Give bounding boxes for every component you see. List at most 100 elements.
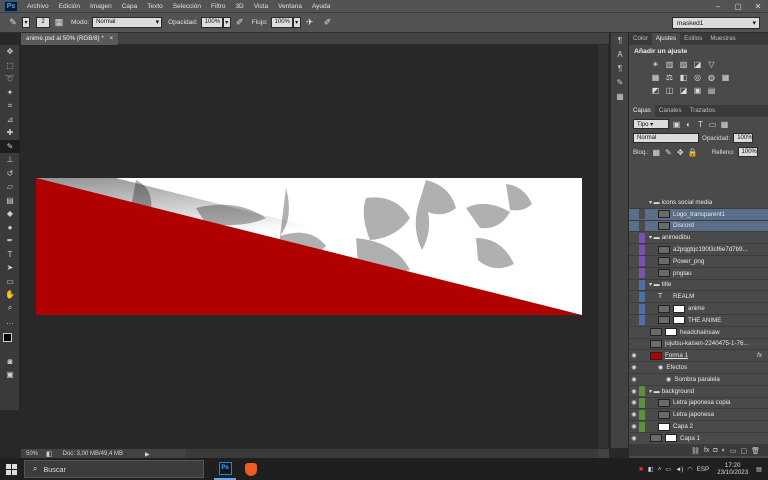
layer-mask-thumbnail[interactable]: [665, 328, 677, 337]
menu-item[interactable]: Edición: [54, 3, 85, 10]
link-layers-icon[interactable]: ⛓: [691, 447, 700, 455]
lock-pixels-icon[interactable]: ✎: [664, 148, 673, 157]
visibility-eye-icon[interactable]: [629, 256, 639, 266]
brightness-icon[interactable]: ☀: [651, 60, 660, 69]
layer-row[interactable]: ◉ Capa 2: [629, 421, 768, 433]
eraser-tool-icon[interactable]: ▱: [0, 180, 20, 194]
photoshop-taskbar-icon[interactable]: Ps: [214, 458, 236, 480]
layers-tab[interactable]: Trazados: [686, 105, 720, 117]
folder-icon[interactable]: ▾ ▬: [649, 388, 660, 395]
history-brush-tool-icon[interactable]: ↺: [0, 167, 20, 181]
workspace-dropdown[interactable]: masked1: [672, 17, 760, 29]
layer-row[interactable]: T REALM: [629, 291, 768, 304]
pen-tool-icon[interactable]: ✒: [0, 234, 20, 248]
color-balance-icon[interactable]: ⚖: [665, 73, 674, 82]
layer-opacity-field[interactable]: 100%: [733, 133, 754, 143]
hue-saturation-icon[interactable]: ▦: [651, 73, 660, 82]
menu-item[interactable]: Imagen: [85, 3, 117, 10]
effect-eye-icon[interactable]: ◉: [658, 364, 663, 371]
layer-style-icon[interactable]: fx: [704, 447, 709, 454]
app-tray-icon[interactable]: ✖: [639, 466, 644, 473]
visibility-eye-icon[interactable]: [629, 245, 639, 255]
delete-layer-icon[interactable]: 🗑: [751, 447, 760, 455]
lock-position-icon[interactable]: ✥: [676, 148, 685, 157]
history-panel-icon[interactable]: ▦: [611, 89, 629, 103]
layer-row[interactable]: ▾ ▬ animedibu: [629, 232, 768, 245]
layer-mask-thumbnail[interactable]: [673, 304, 685, 313]
more-tools-icon[interactable]: …: [0, 315, 20, 329]
visibility-eye-icon[interactable]: [629, 197, 639, 207]
layers-tab[interactable]: Canales: [655, 105, 686, 117]
layers-tab[interactable]: Capas: [629, 105, 655, 117]
vertical-scrollbar[interactable]: [598, 45, 608, 448]
visibility-eye-icon[interactable]: ◉: [629, 374, 639, 384]
move-tool-icon[interactable]: ✥: [0, 45, 20, 59]
brush-tool-icon[interactable]: ✎: [6, 16, 20, 30]
horizontal-scrollbar[interactable]: [186, 449, 598, 458]
document-tab[interactable]: anime.psd al 50% (RGB/8) * ×: [21, 33, 119, 45]
healing-tool-icon[interactable]: ✚: [0, 126, 20, 140]
lock-transparent-icon[interactable]: ▦: [652, 148, 661, 157]
filter-shape-icon[interactable]: ▭: [708, 120, 717, 129]
marquee-tool-icon[interactable]: ⬚: [0, 59, 20, 73]
brush-presets-icon[interactable]: ✎: [611, 75, 629, 89]
layer-row[interactable]: Discord: [629, 220, 768, 233]
start-button[interactable]: [0, 458, 22, 480]
layer-row[interactable]: ▾ ▬ title: [629, 279, 768, 292]
new-layer-icon[interactable]: ▢: [740, 447, 747, 455]
menu-item[interactable]: Archivo: [22, 3, 54, 10]
layer-row[interactable]: pnglau: [629, 268, 768, 280]
type-tool-icon[interactable]: T: [0, 248, 20, 262]
invert-icon[interactable]: ◩: [651, 86, 660, 95]
brave-browser-icon[interactable]: [240, 458, 262, 480]
layer-row[interactable]: a2pqgtqc190l3cf6e7d7b9...: [629, 244, 768, 256]
levels-icon[interactable]: ▥: [665, 60, 674, 69]
layer-row[interactable]: headchainsaw: [629, 327, 768, 339]
maximize-button[interactable]: ▢: [728, 0, 748, 12]
visibility-eye-icon[interactable]: [629, 327, 639, 337]
dodge-tool-icon[interactable]: ●: [0, 221, 20, 235]
visibility-eye-icon[interactable]: [629, 280, 639, 290]
visibility-eye-icon[interactable]: ◉: [629, 422, 639, 432]
visibility-eye-icon[interactable]: ◉: [629, 433, 639, 443]
visibility-eye-icon[interactable]: ◉: [629, 398, 639, 408]
color-lookup-icon[interactable]: ▦: [721, 73, 730, 82]
visibility-eye-icon[interactable]: [629, 268, 639, 278]
airbrush-icon[interactable]: ✈: [303, 16, 317, 30]
chevron-up-icon[interactable]: ˄: [658, 466, 662, 473]
folder-icon[interactable]: ▾ ▬: [649, 281, 660, 288]
layer-row[interactable]: Logo_transparent1: [629, 208, 768, 221]
foreground-color[interactable]: [3, 332, 12, 342]
filter-type-icon[interactable]: T: [696, 120, 705, 129]
visibility-eye-icon[interactable]: ◉: [629, 410, 639, 420]
screen-mode-icon[interactable]: ▣: [0, 368, 20, 382]
layer-row[interactable]: ▾ ▬ icons social media: [629, 197, 768, 209]
hand-tool-icon[interactable]: ✋: [0, 288, 20, 302]
brush-panel-icon[interactable]: ▦: [52, 16, 66, 30]
status-arrow-icon[interactable]: ▶: [145, 451, 150, 458]
layer-row[interactable]: ◉ ◉ Sombra paralela: [629, 374, 768, 386]
taskbar-search[interactable]: ⌕ Buscar: [24, 460, 204, 478]
zoom-tool-icon[interactable]: ⌕: [0, 302, 20, 316]
menu-item[interactable]: 3D: [230, 3, 248, 10]
adjustments-tab[interactable]: Estilos: [680, 33, 706, 45]
adjustments-tab[interactable]: Muestras: [706, 33, 739, 45]
lock-all-icon[interactable]: 🔒: [688, 148, 698, 157]
gradient-map-icon[interactable]: ▤: [707, 86, 716, 95]
filter-pixel-icon[interactable]: ▣: [672, 120, 681, 129]
tool-preset-dropdown[interactable]: ▾: [22, 17, 30, 28]
menu-item[interactable]: Capa: [117, 3, 143, 10]
brush-size-field[interactable]: 2: [36, 17, 50, 28]
eyedropper-tool-icon[interactable]: ⊿: [0, 113, 20, 127]
visibility-eye-icon[interactable]: [629, 209, 639, 219]
layer-mask-thumbnail[interactable]: [673, 316, 685, 325]
quick-mask-icon[interactable]: ◙: [0, 355, 20, 369]
layer-row[interactable]: Power_png: [629, 256, 768, 268]
layer-row[interactable]: ◉ ◉ Efectos: [629, 362, 768, 374]
fill-field[interactable]: 100%: [737, 147, 758, 157]
layer-row[interactable]: ◉ Capa 1: [629, 433, 768, 445]
layer-effects-icon[interactable]: fx: [757, 352, 762, 359]
layer-row[interactable]: ◉ Forma 1 fx: [629, 350, 768, 363]
clone-stamp-tool-icon[interactable]: ⊥: [0, 153, 20, 167]
menu-item[interactable]: Ventana: [273, 3, 307, 10]
